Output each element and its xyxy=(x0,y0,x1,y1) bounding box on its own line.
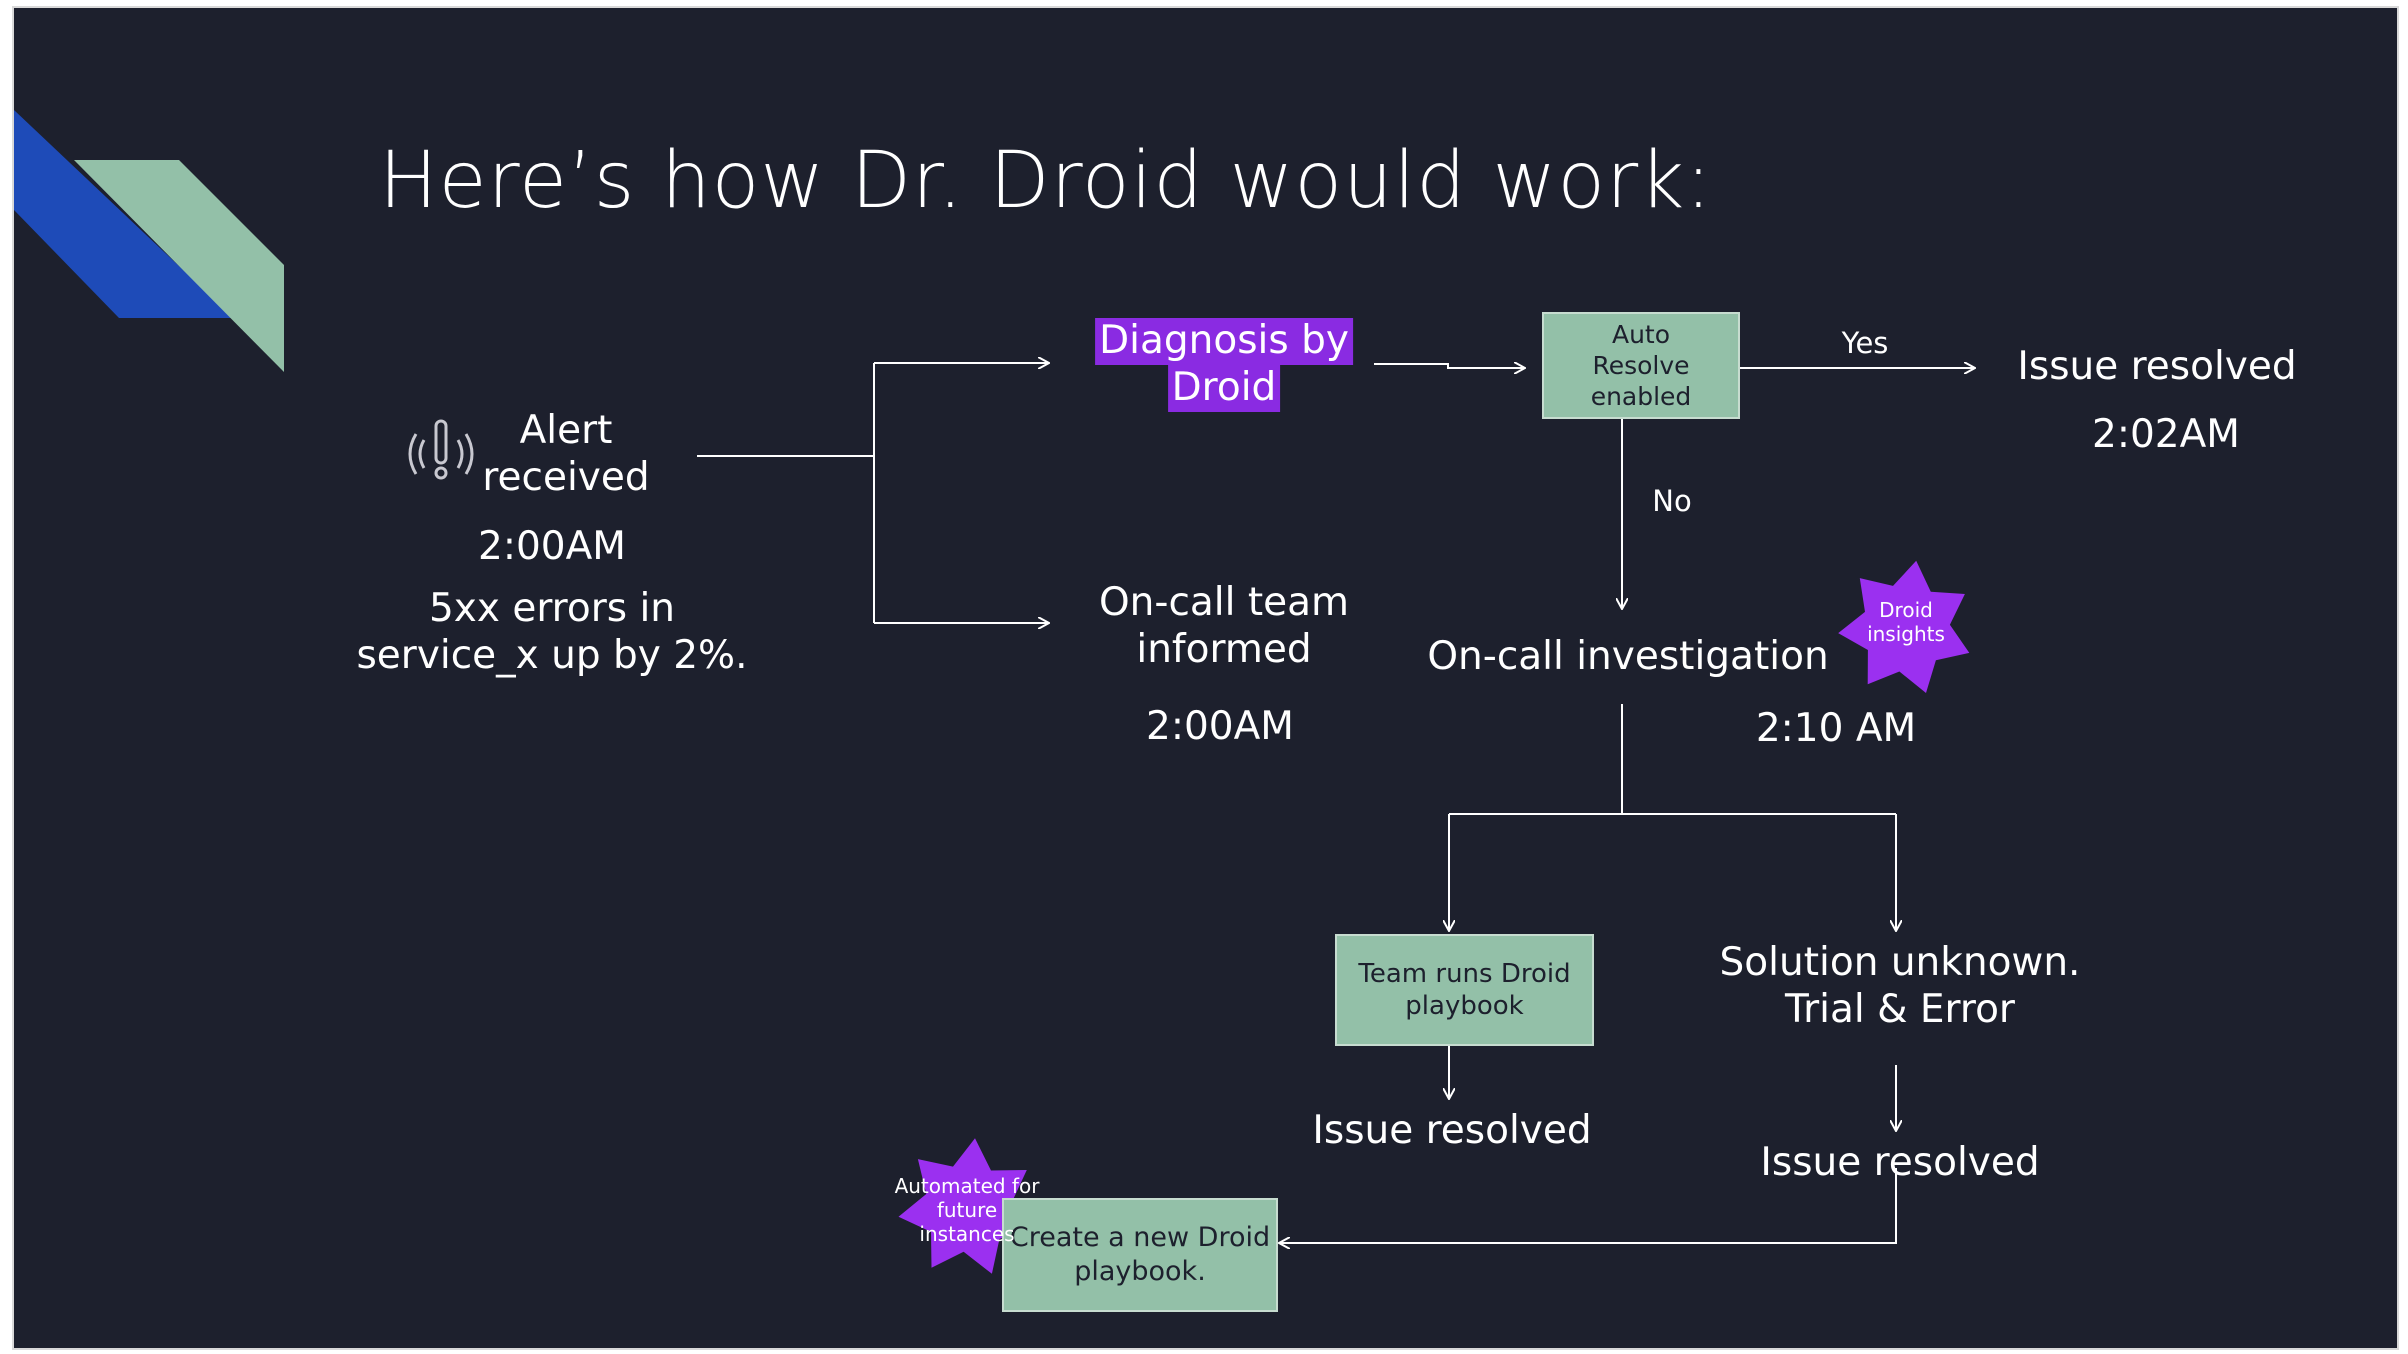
diagnosis-by-droid: Diagnosis by Droid xyxy=(1095,318,1353,412)
oncall-investigation-time: 2:10 AM xyxy=(1755,706,1917,751)
oncall-team-line1: On-call team xyxy=(1098,580,1350,625)
alert-signal-icon xyxy=(408,419,474,480)
yes-label: Yes xyxy=(1841,326,1889,360)
issue-resolved-top: Issue resolved xyxy=(2017,344,2297,389)
new-playbook-line2: playbook. xyxy=(1074,1256,1206,1287)
alert-description: 5xx errors in service_x up by 2%. xyxy=(356,586,747,680)
diagnosis-line2: Droid xyxy=(1167,364,1281,412)
alert-label: Alert received xyxy=(482,408,649,502)
alert-time: 2:00AM xyxy=(478,524,626,569)
slide: Here’s how Dr. Droid would work: Alert r… xyxy=(12,6,2399,1350)
solution-unknown-line2: Trial & Error xyxy=(1785,986,2015,1032)
new-playbook-box: Create a new Droid playbook. xyxy=(1002,1198,1278,1312)
automated-line3: instances xyxy=(919,1222,1015,1246)
page-title: Here’s how Dr. Droid would work: xyxy=(379,136,1713,226)
team-playbook-box: Team runs Droid playbook xyxy=(1335,934,1594,1046)
oncall-team-label: On-call team informed xyxy=(1099,580,1349,674)
issue-resolved-top-time: 2:02AM xyxy=(2092,412,2240,457)
auto-resolve-line3: enabled xyxy=(1590,382,1692,412)
diagnosis-line1: Diagnosis by xyxy=(1095,318,1353,365)
droid-insights-line2: insights xyxy=(1867,622,1945,646)
oncall-team-line2: informed xyxy=(1136,626,1312,672)
solution-unknown-line1: Solution unknown. xyxy=(1719,940,2081,985)
alert-label-line2: received xyxy=(482,454,650,500)
new-playbook-line1: Create a new Droid xyxy=(1009,1222,1271,1254)
auto-resolve-line1: Auto xyxy=(1611,319,1671,349)
alert-description-line1: 5xx errors in xyxy=(428,586,676,631)
automated-line1: Automated for xyxy=(894,1174,1040,1198)
auto-resolve-line2: Resolve xyxy=(1592,350,1690,380)
team-playbook-line1: Team runs Droid xyxy=(1358,958,1571,989)
arrow-to-auto-resolve xyxy=(1374,364,1524,368)
droid-insights-line1: Droid xyxy=(1879,598,1933,622)
solution-unknown-label: Solution unknown. Trial & Error xyxy=(1720,940,2081,1034)
alert-label-line1: Alert xyxy=(519,408,613,453)
automated-line2: future xyxy=(936,1198,998,1222)
team-playbook-line2: playbook xyxy=(1405,991,1524,1021)
no-label: No xyxy=(1652,484,1692,518)
oncall-team-time: 2:00AM xyxy=(1146,704,1294,749)
issue-resolved-left: Issue resolved xyxy=(1312,1108,1592,1153)
oncall-investigation-label: On-call investigation xyxy=(1427,634,1829,679)
automated-text: Automated for future instances xyxy=(895,1174,1040,1246)
auto-resolve-box: Auto Resolve enabled xyxy=(1542,312,1740,419)
issue-resolved-right: Issue resolved xyxy=(1760,1140,2040,1185)
droid-insights-text: Droid insights xyxy=(1867,598,1945,646)
alert-description-line2: service_x up by 2%. xyxy=(356,632,748,678)
